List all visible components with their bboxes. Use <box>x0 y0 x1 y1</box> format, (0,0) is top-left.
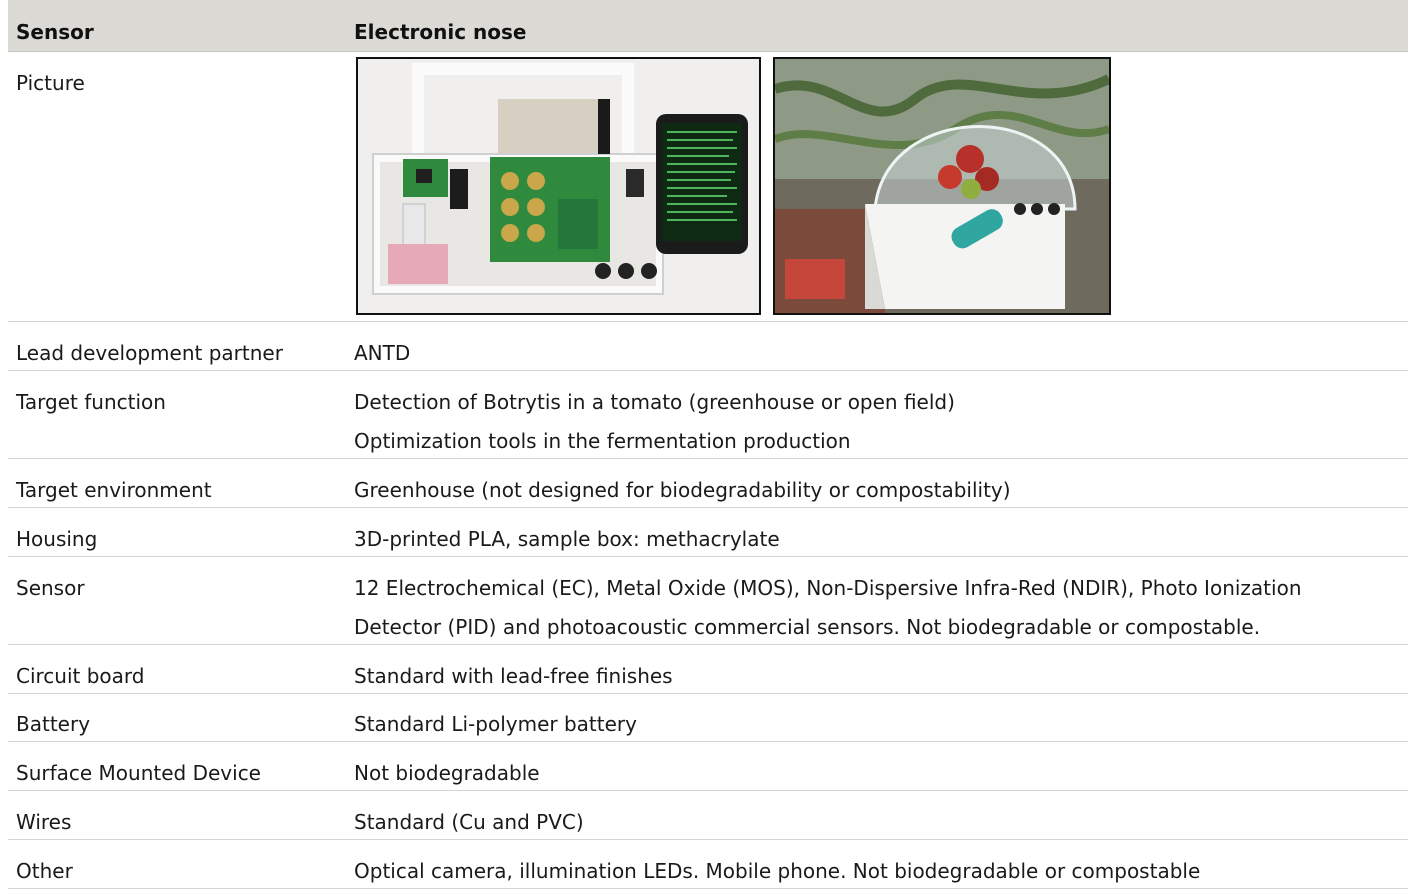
row-value: Optical camera, illumination LEDs. Mobil… <box>354 859 1201 883</box>
picture-label: Picture <box>16 71 85 95</box>
row-value: Standard (Cu and PVC) <box>354 810 584 834</box>
header-sensor: Sensor <box>16 20 94 44</box>
row-value: ANTD <box>354 341 411 365</box>
table-row: Target environment Greenhouse (not design… <box>8 459 1408 508</box>
row-value: Standard Li-polymer battery <box>354 712 637 736</box>
header-electronic-nose: Electronic nose <box>354 20 527 44</box>
table-row: Surface Mounted Device Not biodegradable <box>8 742 1408 791</box>
row-label: Other <box>16 859 73 883</box>
table-row: Battery Standard Li-polymer battery <box>8 694 1408 742</box>
row-value: 3D-printed PLA, sample box: methacrylate <box>354 527 780 551</box>
table-row: Housing 3D-printed PLA, sample box: metha… <box>8 508 1408 557</box>
row-value: Detection of Botrytis in a tomato (green… <box>354 390 955 414</box>
row-value: Optimization tools in the fermentation p… <box>354 429 851 453</box>
table-row: Lead development partner ANTD <box>8 322 1408 371</box>
picture-row: Picture <box>8 52 1408 322</box>
table-row: Circuit board Standard with lead-free fin… <box>8 645 1408 694</box>
table-row: Sensor 12 Electrochemical (EC), Metal Oxi… <box>8 557 1408 645</box>
greenhouse-photo <box>773 57 1111 315</box>
row-label: Housing <box>16 527 98 551</box>
device-photo <box>356 57 761 315</box>
row-value: Detector (PID) and photoacoustic commerc… <box>354 615 1261 639</box>
table-row: Other Optical camera, illumination LEDs. … <box>8 840 1408 889</box>
row-value: Standard with lead-free finishes <box>354 664 673 688</box>
table-row: Wires Standard (Cu and PVC) <box>8 791 1408 840</box>
row-label: Target environment <box>16 478 212 502</box>
table-row: Target function Detection of Botrytis in … <box>8 371 1408 459</box>
row-label: Target function <box>16 390 166 414</box>
row-label: Circuit board <box>16 664 145 688</box>
row-value: Not biodegradable <box>354 761 540 785</box>
row-label: Wires <box>16 810 72 834</box>
row-label: Surface Mounted Device <box>16 761 261 785</box>
row-value: Greenhouse (not designed for biodegradab… <box>354 478 1011 502</box>
row-label: Battery <box>16 712 91 736</box>
row-label: Lead development partner <box>16 341 283 365</box>
table-header: Sensor Electronic nose <box>8 0 1408 52</box>
row-value: 12 Electrochemical (EC), Metal Oxide (MO… <box>354 576 1302 600</box>
row-label: Sensor <box>16 576 85 600</box>
